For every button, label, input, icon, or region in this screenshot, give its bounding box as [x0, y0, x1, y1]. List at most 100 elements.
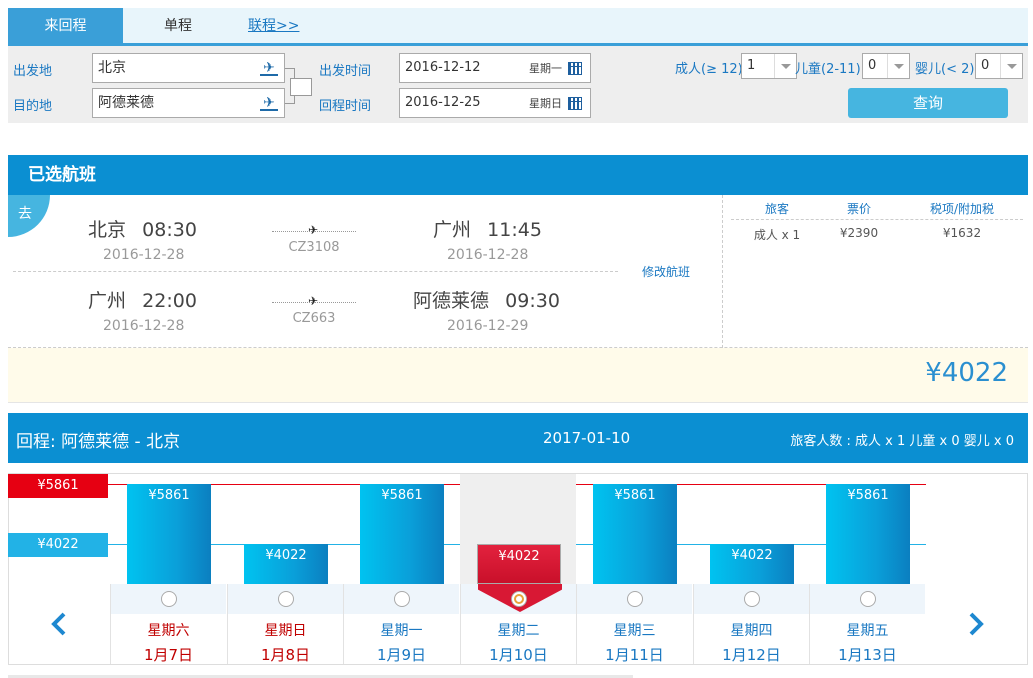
fare-value: ¥2390 — [839, 226, 879, 240]
adult-label: 成人(≥ 12) — [675, 62, 743, 77]
date-label: 1月13日 — [838, 646, 897, 664]
next-week-button[interactable] — [926, 584, 1026, 664]
price-column[interactable]: ¥4022 — [693, 474, 809, 584]
arr-time: 09:30 — [505, 290, 560, 312]
to-label: 目的地 — [13, 99, 53, 114]
tax-value: ¥1632 — [942, 226, 982, 240]
legend-low-price: ¥4022 — [8, 533, 108, 557]
dep-time: 08:30 — [142, 219, 197, 241]
price-bar[interactable]: ¥5861 — [593, 484, 677, 584]
flight-2-departure: 广州 22:00 — [88, 286, 197, 313]
query-button[interactable]: 查询 — [848, 88, 1008, 118]
selected-flights-title: 已选航班 — [8, 155, 1028, 195]
infant-label: 婴儿(< 2) — [915, 62, 975, 77]
divider — [731, 219, 1023, 220]
swap-icon[interactable] — [290, 78, 312, 96]
day-cell[interactable]: 星期三 1月11日 — [576, 584, 692, 664]
return-route-title: 回程: 阿德莱德 - 北京 — [16, 432, 181, 452]
price-bar[interactable]: ¥4022 — [710, 544, 794, 584]
day-cell[interactable]: 星期六 1月7日 — [110, 584, 226, 664]
day-cell[interactable]: 星期一 1月9日 — [343, 584, 459, 664]
price-column[interactable]: ¥4022 — [460, 474, 576, 584]
infant-value: 0 — [981, 58, 990, 73]
passenger-count: 旅客人数 : 成人 x 1 儿童 x 0 婴儿 x 0 — [790, 434, 1014, 449]
from-value: 北京 — [98, 60, 126, 76]
price-column[interactable]: ¥5861 — [343, 474, 459, 584]
day-radio[interactable] — [627, 591, 643, 607]
day-radio[interactable] — [860, 591, 876, 607]
passenger-value: 成人 x 1 — [753, 228, 801, 242]
chevron-down-icon — [1000, 54, 1022, 78]
weekday-label: 星期五 — [846, 623, 889, 639]
price-bar[interactable]: ¥4022 — [244, 544, 328, 584]
adult-select[interactable]: 1 — [741, 53, 797, 79]
tab-multi-city[interactable]: 联程>> — [248, 8, 328, 44]
plane-icon: ✈ — [308, 294, 319, 308]
day-cell[interactable]: 星期日 1月8日 — [227, 584, 343, 664]
day-cell[interactable]: 星期二 1月10日 — [460, 584, 576, 664]
dep-date: 2016-12-28 — [103, 318, 185, 334]
trip-type-tabs: 来回程 单程 联程>> — [8, 8, 1028, 46]
price-column[interactable]: ¥4022 — [227, 474, 343, 584]
arr-date: 2016-12-29 — [447, 318, 529, 334]
return-date-value: 2016-12-25 — [405, 95, 481, 110]
price-bar[interactable]: ¥5861 — [127, 484, 211, 584]
dep-city: 广州 — [88, 290, 127, 312]
date-label: 1月8日 — [260, 646, 311, 664]
fare-header: 票价 — [846, 202, 871, 216]
date-label: 1月9日 — [376, 646, 427, 664]
price-column[interactable]: ¥5861 — [110, 474, 226, 584]
takeoff-icon: ✈ — [260, 60, 278, 76]
return-date: 2017-01-10 — [543, 429, 631, 447]
price-bar[interactable]: ¥5861 — [360, 484, 444, 584]
date-label: 1月11日 — [605, 646, 664, 664]
dep-time: 22:00 — [142, 290, 197, 312]
tax-header: 税项/附加税 — [929, 202, 995, 216]
arr-date: 2016-12-28 — [447, 247, 529, 263]
total-price-bar: ¥4022 — [8, 348, 1028, 403]
child-select[interactable]: 0 — [862, 53, 910, 79]
tab-round-trip[interactable]: 来回程 — [8, 8, 123, 44]
chevron-right-icon — [969, 612, 984, 636]
calendar-icon[interactable] — [568, 62, 582, 75]
price-column[interactable]: ¥5861 — [576, 474, 692, 584]
weekday-label: 星期二 — [497, 623, 540, 639]
to-field[interactable]: 阿德莱德 ✈ — [92, 88, 285, 118]
flight-2-arrival: 阿德莱德 09:30 — [413, 286, 560, 313]
day-cell[interactable]: 星期四 1月12日 — [693, 584, 809, 664]
arr-city: 阿德莱德 — [413, 290, 490, 312]
day-radio[interactable] — [744, 591, 760, 607]
day-cell[interactable]: 星期五 1月13日 — [809, 584, 925, 664]
arr-city: 广州 — [433, 219, 472, 241]
modify-flight-link[interactable]: 修改航班 — [642, 263, 690, 280]
weekday-label: 星期日 — [264, 623, 307, 639]
child-value: 0 — [868, 58, 877, 73]
flight-number: CZ3108 — [288, 240, 340, 255]
date-label: 1月12日 — [722, 646, 781, 664]
depart-weekday: 星期一 — [529, 62, 562, 75]
return-label: 回程时间 — [319, 99, 372, 114]
depart-label: 出发时间 — [319, 64, 372, 79]
price-column[interactable]: ¥5861 — [809, 474, 925, 584]
price-bar[interactable]: ¥5861 — [826, 484, 910, 584]
prev-week-button[interactable] — [9, 584, 109, 664]
tab-one-way[interactable]: 单程 — [123, 8, 233, 44]
day-radio[interactable] — [511, 591, 527, 607]
return-date-field[interactable]: 2016-12-25 星期日 — [399, 88, 591, 118]
chevron-left-icon — [51, 612, 66, 636]
chevron-down-icon — [887, 54, 909, 78]
flight-number: CZ663 — [292, 311, 336, 326]
from-field[interactable]: 北京 ✈ — [92, 53, 285, 83]
depart-date-field[interactable]: 2016-12-12 星期一 — [399, 53, 591, 83]
dep-city: 北京 — [88, 219, 127, 241]
flight-1-departure: 北京 08:30 — [88, 215, 197, 242]
infant-select[interactable]: 0 — [975, 53, 1023, 79]
calendar-icon[interactable] — [568, 97, 582, 110]
divider — [13, 271, 618, 272]
day-radio[interactable] — [278, 591, 294, 607]
day-radio[interactable] — [161, 591, 177, 607]
day-radio[interactable] — [394, 591, 410, 607]
dep-date: 2016-12-28 — [103, 247, 185, 263]
price-bar[interactable]: ¥4022 — [477, 544, 561, 584]
weekday-label: 星期一 — [380, 623, 423, 639]
